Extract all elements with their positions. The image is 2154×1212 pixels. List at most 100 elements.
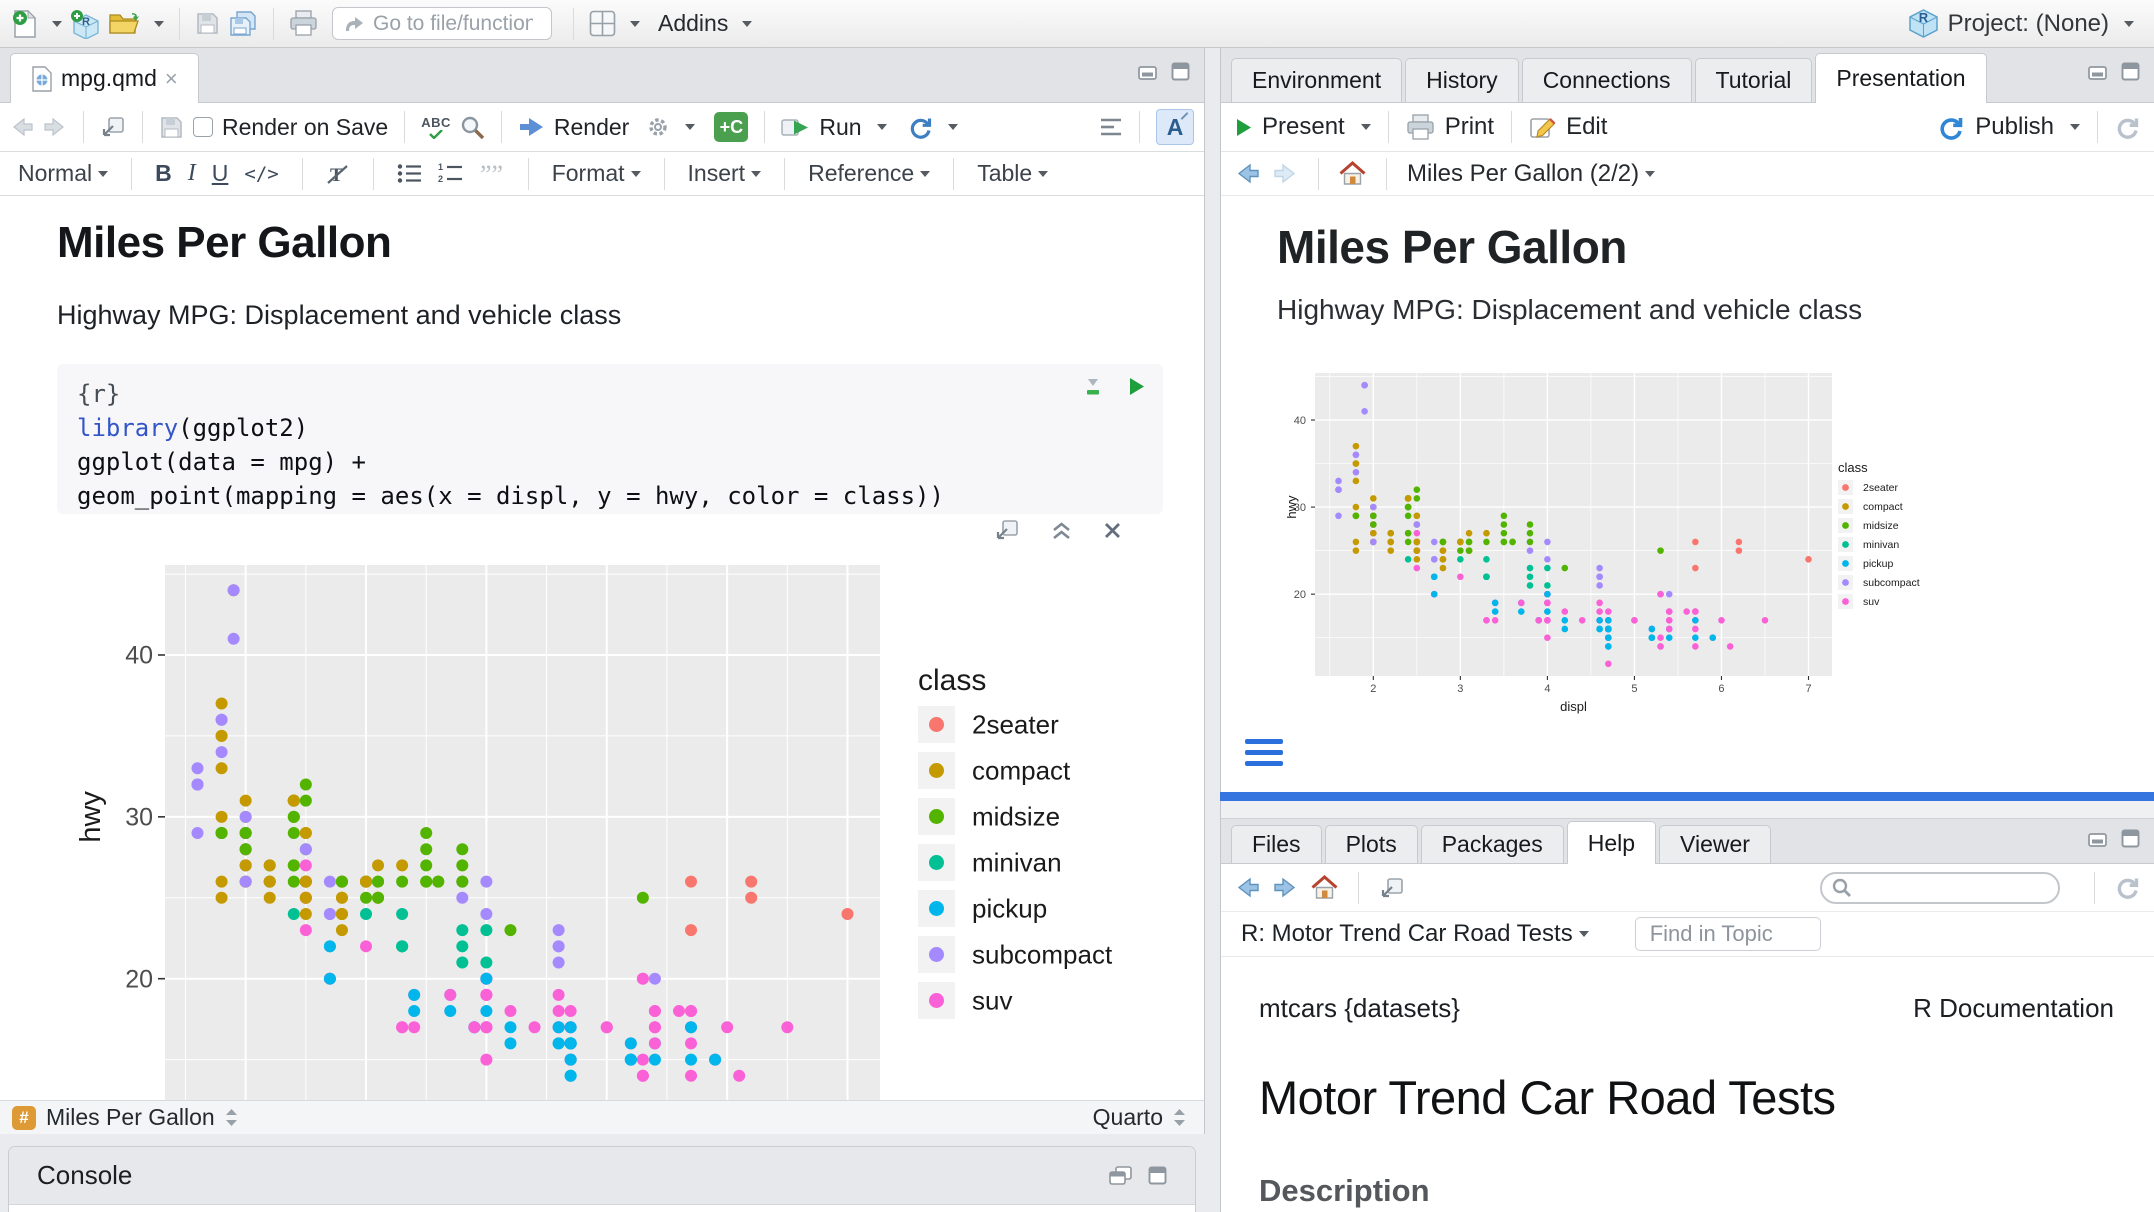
slide-selector[interactable]: Miles Per Gallon (2/2): [1407, 160, 1655, 188]
refresh-presentation-icon[interactable]: [2115, 115, 2140, 140]
new-file-caret-icon[interactable]: [52, 21, 62, 27]
tab-files[interactable]: Files: [1231, 825, 1322, 863]
publish-button[interactable]: Publish: [1975, 113, 2054, 141]
run-icon[interactable]: [781, 116, 810, 139]
open-file-caret-icon[interactable]: [154, 21, 164, 27]
visual-editor-toggle[interactable]: A: [1156, 109, 1194, 145]
bold-button[interactable]: B: [155, 160, 172, 187]
panes-caret-icon[interactable]: [630, 21, 640, 27]
help-popout-icon[interactable]: [1379, 876, 1405, 900]
rerun-caret-icon[interactable]: [948, 124, 958, 130]
bullet-list-icon[interactable]: [397, 163, 422, 184]
project-menu[interactable]: R Project: (None): [1908, 8, 2142, 39]
gear-icon[interactable]: [646, 115, 670, 139]
render-icon[interactable]: [518, 116, 545, 138]
save-icon[interactable]: [195, 11, 220, 36]
minimize-pane-icon[interactable]: [1138, 62, 1159, 81]
run-chunk-icon[interactable]: [1128, 377, 1145, 396]
print-icon[interactable]: [289, 10, 318, 37]
new-file-icon[interactable]: [12, 9, 38, 39]
present-caret-icon[interactable]: [1361, 124, 1371, 130]
rerun-icon[interactable]: [908, 115, 933, 140]
find-in-topic-input[interactable]: [1640, 921, 1810, 947]
nav-back-icon[interactable]: [10, 116, 34, 138]
tab-plots[interactable]: Plots: [1325, 825, 1418, 863]
clear-output-icon[interactable]: [1103, 521, 1122, 540]
tab-history[interactable]: History: [1405, 58, 1519, 102]
present-icon[interactable]: [1235, 118, 1252, 137]
render-button[interactable]: Render: [554, 114, 629, 141]
goto-file-input[interactable]: [373, 12, 533, 36]
render-on-save-checkbox[interactable]: [193, 117, 213, 137]
find-in-topic-box[interactable]: [1635, 917, 1821, 951]
publish-icon[interactable]: [1938, 115, 1965, 140]
console-maximize-icon[interactable]: [1148, 1166, 1167, 1185]
maximize-pane-icon[interactable]: [1171, 62, 1190, 81]
edit-icon[interactable]: [1529, 115, 1556, 140]
help-search-box[interactable]: [1820, 872, 2060, 904]
save-all-icon[interactable]: [228, 10, 258, 37]
help-home-icon[interactable]: [1311, 875, 1338, 900]
tab-presentation[interactable]: Presentation: [1815, 53, 1986, 103]
refresh-help-icon[interactable]: [2115, 875, 2140, 900]
nav-forward-icon[interactable]: [43, 116, 67, 138]
new-project-icon[interactable]: R: [70, 9, 100, 39]
pane-splitter[interactable]: [1220, 792, 2154, 801]
insert-chunk-icon[interactable]: +C: [714, 112, 748, 142]
tab-environment[interactable]: Environment: [1231, 58, 1402, 102]
present-button[interactable]: Present: [1262, 113, 1345, 141]
maximize-pane-icon[interactable]: [2121, 829, 2140, 848]
collapse-output-icon[interactable]: [1050, 521, 1073, 540]
tab-tutorial[interactable]: Tutorial: [1695, 58, 1813, 102]
italic-button[interactable]: I: [188, 160, 196, 187]
mode-selector[interactable]: Quarto: [1093, 1104, 1192, 1131]
format-menu[interactable]: Format: [552, 160, 641, 187]
slide-back-icon[interactable]: [1235, 162, 1260, 185]
addins-caret-icon[interactable]: [742, 21, 752, 27]
open-new-window-icon[interactable]: [100, 115, 126, 139]
tab-packages[interactable]: Packages: [1421, 825, 1564, 863]
console-header[interactable]: Console: [9, 1147, 1195, 1205]
tab-help[interactable]: Help: [1567, 821, 1656, 864]
edit-button[interactable]: Edit: [1566, 113, 1607, 141]
slide-menu-icon[interactable]: [1245, 739, 1283, 772]
tab-viewer[interactable]: Viewer: [1659, 825, 1771, 863]
insert-menu[interactable]: Insert: [688, 160, 762, 187]
maximize-pane-icon[interactable]: [2121, 62, 2140, 81]
spellcheck-icon[interactable]: ABC: [421, 116, 451, 139]
table-menu[interactable]: Table: [977, 160, 1048, 187]
goto-file-search[interactable]: [332, 7, 552, 40]
save-doc-icon[interactable]: [159, 115, 184, 140]
publish-caret-icon[interactable]: [2070, 124, 2080, 130]
tab-close-icon[interactable]: ×: [165, 66, 178, 92]
help-back-icon[interactable]: [1235, 876, 1260, 899]
clear-formatting-icon[interactable]: T: [326, 163, 350, 185]
help-forward-icon[interactable]: [1273, 876, 1298, 899]
open-file-icon[interactable]: [108, 10, 140, 37]
slide-forward-icon[interactable]: [1273, 162, 1298, 185]
section-selector[interactable]: Miles Per Gallon: [46, 1104, 215, 1131]
output-popout-icon[interactable]: [994, 518, 1020, 542]
reference-menu[interactable]: Reference: [808, 160, 930, 187]
tab-connections[interactable]: Connections: [1522, 58, 1692, 102]
help-search-input[interactable]: [1852, 876, 2032, 899]
run-caret-icon[interactable]: [877, 124, 887, 130]
blockquote-icon[interactable]: ””: [479, 164, 505, 184]
paragraph-style-select[interactable]: Normal: [18, 160, 108, 187]
print-button[interactable]: Print: [1445, 113, 1494, 141]
console-popout-icon[interactable]: [1109, 1166, 1132, 1185]
run-button[interactable]: Run: [819, 114, 861, 141]
addins-menu[interactable]: Addins: [658, 10, 728, 37]
help-topic-selector[interactable]: R: Motor Trend Car Road Tests: [1241, 920, 1589, 948]
print-slides-icon[interactable]: [1406, 114, 1435, 141]
r-code-chunk[interactable]: {r} library(ggplot2)ggplot(data = mpg) +…: [57, 364, 1163, 514]
run-chunks-above-icon[interactable]: [1082, 376, 1104, 397]
workspace-panes-icon[interactable]: [589, 10, 616, 37]
document-outline-icon[interactable]: [1099, 117, 1123, 137]
numbered-list-icon[interactable]: 12: [438, 163, 463, 184]
find-replace-icon[interactable]: [460, 115, 485, 140]
section-sorter-icon[interactable]: [225, 1108, 238, 1127]
render-options-caret-icon[interactable]: [685, 124, 695, 130]
code-format-button[interactable]: </>: [244, 163, 278, 185]
slide-home-icon[interactable]: [1339, 161, 1366, 186]
